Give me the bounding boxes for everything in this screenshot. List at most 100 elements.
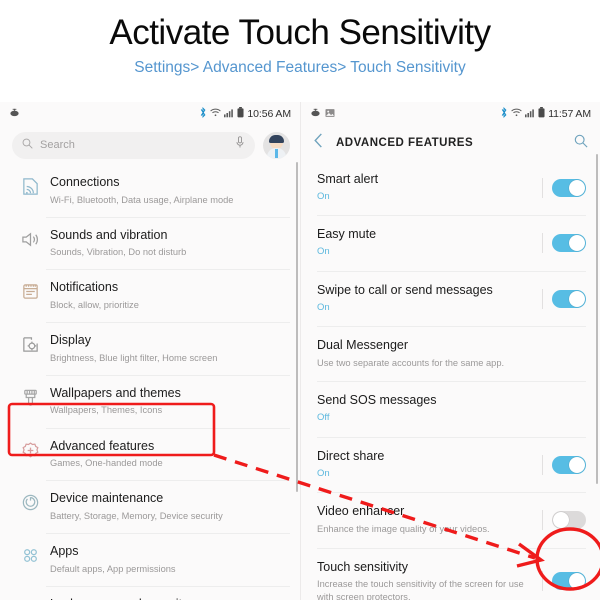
toggle-switch[interactable] [552,572,586,591]
toggle-knob [569,290,585,307]
speaker-icon [14,228,46,249]
bluetooth-icon [199,107,207,121]
feature-row-text: Touch sensitivity Increase the touch sens… [317,560,542,600]
left-clock: 10:56 AM [247,108,291,120]
battery-icon [538,107,545,121]
right-scrollbar[interactable] [595,154,598,484]
toggle-knob [569,456,585,473]
settings-row-subtitle: Games, One-handed mode [50,458,163,469]
toggle-wrap [542,177,586,198]
signal-icon [224,108,234,121]
screenshot-icon [325,108,335,121]
feature-row-title: Swipe to call or send messages [317,282,493,297]
left-status-bar: 10:56 AM [0,102,300,126]
settings-row-text: Device maintenance Battery, Storage, Memo… [46,491,288,522]
right-phone-screenshot: 11:57 AM ADVANCED FEATURES Smart alert On… [300,102,600,600]
toggle-wrap [542,454,586,475]
feature-row-video-enhancer[interactable]: Video enhancer Enhance the image quality … [301,492,600,547]
settings-row-subtitle: Wallpapers, Themes, Icons [50,405,163,416]
settings-row-wallpapers-and-themes[interactable]: Wallpapers and themes Wallpapers, Themes,… [0,374,300,428]
app-notification-icon [310,107,321,121]
feature-row-title: Smart alert [317,172,379,186]
toggle-divider [542,454,543,475]
toggle-divider [542,571,543,592]
settings-row-subtitle: Sounds, Vibration, Do not disturb [50,247,187,258]
right-clock: 11:57 AM [548,108,591,120]
feature-row-text: Send SOS messages Off [317,393,586,424]
back-chevron-icon[interactable] [313,133,324,153]
feature-row-subtitle: On [317,301,330,313]
toggle-divider [542,233,543,254]
left-scrollbar[interactable] [295,162,298,492]
apps-grid-icon [14,544,46,565]
settings-row-text: Lock screen and securityAlways On Displa… [46,597,288,600]
feature-row-text: Swipe to call or send messages On [317,283,542,314]
toggle-switch[interactable] [552,455,586,474]
feature-row-text: Direct share On [317,449,542,480]
settings-row-apps[interactable]: Apps Default apps, App permissions [0,532,300,586]
toggle-switch[interactable] [552,289,586,308]
feature-row-easy-mute[interactable]: Easy mute On [301,215,600,270]
toggle-wrap [542,509,586,530]
toggle-wrap [542,571,586,592]
app-notification-icon [9,107,20,121]
settings-row-display[interactable]: Display Brightness, Blue light filter, Ho… [0,322,300,375]
feature-row-swipe-to-call-or-send-messages[interactable]: Swipe to call or send messages On [301,270,600,326]
feature-row-text: Dual Messenger Use two separate accounts … [317,338,586,369]
search-input[interactable]: Search [12,131,255,159]
search-icon[interactable] [574,134,588,153]
toggle-switch[interactable] [552,510,586,529]
search-placeholder: Search [40,139,75,151]
settings-row-title: Device maintenance [50,491,164,506]
advanced-features-list[interactable]: Smart alert On Easy mute On Swipe to call or… [301,160,600,600]
toggle-divider [542,288,543,309]
feature-row-subtitle: Enhance the image quality of your videos… [317,523,490,534]
advanced-features-icon [14,439,46,460]
toggle-switch[interactable] [552,178,586,197]
battery-icon [237,107,244,121]
settings-row-connections[interactable]: Connections Wi-Fi, Bluetooth, Data usage,… [0,164,300,217]
settings-row-subtitle: Battery, Storage, Memory, Device securit… [50,510,223,521]
connections-icon [14,175,46,196]
settings-row-title: Display [50,333,91,348]
settings-row-text: Wallpapers and themes Wallpapers, Themes,… [46,386,288,417]
microphone-icon[interactable] [235,136,245,154]
settings-row-title: Apps [50,543,79,558]
feature-row-dual-messenger[interactable]: Dual Messenger Use two separate accounts … [301,326,600,381]
lock-icon [14,597,46,600]
toggle-knob [569,179,585,196]
breadcrumb: Settings> Advanced Features> Touch Sensi… [134,58,466,76]
settings-row-sounds-and-vibration[interactable]: Sounds and vibration Sounds, Vibration, D… [0,216,300,270]
app-bar-title: ADVANCED FEATURES [336,137,474,149]
feature-row-subtitle: Use two separate accounts for the same a… [317,357,505,368]
wifi-icon [210,107,222,121]
settings-row-text: Notifications Block, allow, prioritize [46,280,288,311]
feature-row-touch-sensitivity[interactable]: Touch sensitivity Increase the touch sens… [301,547,600,600]
settings-row-subtitle: Default apps, App permissions [50,563,176,574]
display-icon [14,333,46,354]
settings-row-device-maintenance[interactable]: Device maintenance Battery, Storage, Memo… [0,480,300,533]
settings-row-text: Advanced features Games, One-handed mode [46,439,288,470]
feature-row-title: Video enhancer [317,504,405,519]
settings-row-text: Display Brightness, Blue light filter, Ho… [46,333,288,364]
avatar-hair [269,134,284,143]
settings-row-title: Wallpapers and themes [50,385,181,400]
settings-list[interactable]: Connections Wi-Fi, Bluetooth, Data usage,… [0,164,300,600]
settings-row-title: Advanced features [50,438,155,453]
feature-row-title: Send SOS messages [317,393,437,408]
settings-row-advanced-features[interactable]: Advanced features Games, One-handed mode [0,427,300,481]
feature-row-direct-share[interactable]: Direct share On [301,436,600,492]
notifications-icon [14,280,46,301]
feature-row-title: Touch sensitivity [317,559,409,574]
settings-row-notifications[interactable]: Notifications Block, allow, prioritize [0,269,300,322]
settings-row-lock-screen-and-security[interactable]: Lock screen and securityAlways On Displa… [0,585,300,600]
settings-row-title: Sounds and vibration [50,227,168,242]
settings-row-title: Connections [50,175,120,189]
toggle-switch[interactable] [552,234,586,253]
feature-row-smart-alert[interactable]: Smart alert On [301,160,600,215]
avatar[interactable] [263,131,290,159]
toggle-knob [569,573,585,590]
feature-row-send-sos-messages[interactable]: Send SOS messages Off [301,381,600,436]
feature-row-subtitle: On [317,190,330,202]
toggle-wrap [542,233,586,254]
